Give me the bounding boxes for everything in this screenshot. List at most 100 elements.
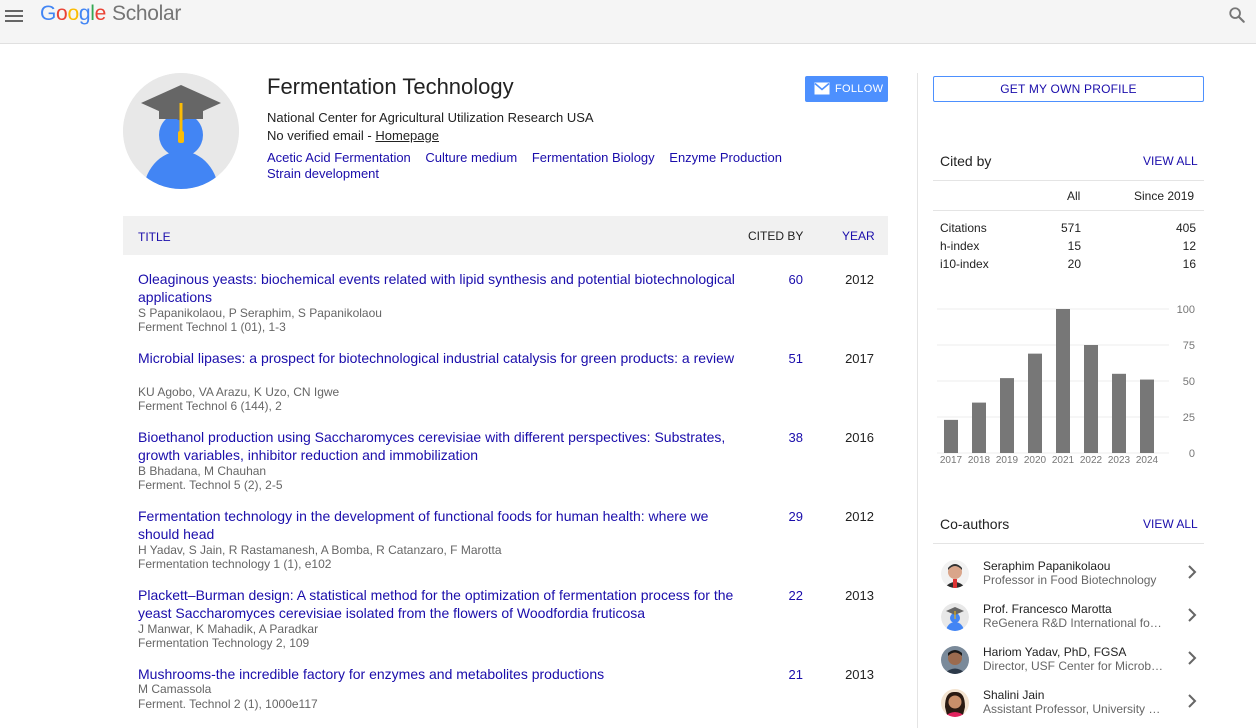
article-title[interactable]: Mushrooms-the incredible factory for enz… <box>138 665 743 683</box>
coauthor-avatar <box>941 560 969 588</box>
get-my-own-profile-button[interactable]: GET MY OWN PROFILE <box>933 76 1204 102</box>
search-icon[interactable] <box>1228 6 1246 24</box>
coauthor-item[interactable]: Prof. Francesco Marotta ReGenera R&D Int… <box>933 599 1204 642</box>
table-row: Microbial lipases: a prospect for biotec… <box>123 349 888 428</box>
article-title[interactable]: Bioethanol production using Saccharomyce… <box>138 428 743 464</box>
cited-by-count[interactable]: 22 <box>763 588 803 603</box>
article-authors: H Yadav, S Jain, R Rastamanesh, A Bomba,… <box>138 543 502 557</box>
article-title[interactable]: Microbial lipases: a prospect for biotec… <box>138 349 743 367</box>
chart-x-tick-label: 2021 <box>1052 455 1075 466</box>
coauthor-name: Seraphim Papanikolaou <box>983 559 1111 573</box>
logo-letter: g <box>78 2 91 25</box>
coauthor-item[interactable]: Seraphim Papanikolaou Professor in Food … <box>933 556 1204 599</box>
article-year: 2012 <box>845 509 874 524</box>
article-venue: Ferment. Technol 2 (1), 1000e117 <box>138 697 318 711</box>
table-row: Mushrooms-the incredible factory for enz… <box>123 665 888 728</box>
article-authors: J Manwar, K Mahadik, A Paradkar <box>138 622 319 636</box>
chart-bar <box>1084 345 1098 453</box>
cited-by-header: CITED BY <box>748 229 804 243</box>
profile-affiliation: National Center for Agricultural Utiliza… <box>267 110 594 125</box>
stat-all: 15 <box>1067 239 1081 253</box>
menu-icon[interactable] <box>5 7 23 23</box>
cited-by-count[interactable]: 60 <box>763 272 803 287</box>
article-year: 2012 <box>845 272 874 287</box>
articles-table-header: TITLE CITED BY YEAR <box>123 216 888 255</box>
chart-y-tick-label: 25 <box>1183 412 1195 424</box>
article-authors: M Camassola <box>138 682 212 696</box>
chart-bar <box>1000 378 1014 453</box>
article-year: 2017 <box>845 351 874 366</box>
table-row: Bioethanol production using Saccharomyce… <box>123 428 888 507</box>
coauthor-item[interactable]: Hariom Yadav, PhD, FGSA Director, USF Ce… <box>933 642 1204 685</box>
coauthor-affiliation: Assistant Professor, University of South… <box>983 702 1165 716</box>
column-divider <box>917 73 918 728</box>
top-bar: Google Scholar <box>0 0 1256 44</box>
coauthor-avatar <box>941 646 969 674</box>
cited-by-title: Cited by <box>940 153 992 169</box>
chart-bar <box>1112 373 1126 453</box>
logo-letter: o <box>67 2 79 25</box>
article-year: 2016 <box>845 430 874 445</box>
follow-button[interactable]: FOLLOW <box>805 76 888 102</box>
table-row: Plackett–Burman design: A statistical me… <box>123 586 888 665</box>
stat-since: 16 <box>1182 257 1196 271</box>
cited-by-count[interactable]: 38 <box>763 430 803 445</box>
article-venue: Ferment. Technol 5 (2), 2-5 <box>138 478 283 492</box>
stat-label: h-index <box>940 239 980 253</box>
article-title[interactable]: Plackett–Burman design: A statistical me… <box>138 586 743 622</box>
coauthor-affiliation: Professor in Food Biotechnology <box>983 573 1157 587</box>
table-row: Oleaginous yeasts: biochemical events re… <box>123 270 888 349</box>
mail-icon <box>814 82 830 95</box>
coauthor-name: Prof. Francesco Marotta <box>983 602 1112 616</box>
coauthors-title: Co-authors <box>940 516 1010 532</box>
coauthor-name: Shalini Jain <box>983 688 1045 702</box>
chevron-right-icon <box>1188 651 1197 665</box>
chart-bar <box>944 419 958 453</box>
interest-link[interactable]: Fermentation Biology <box>532 150 655 165</box>
chevron-right-icon <box>1188 565 1197 579</box>
cited-by-count[interactable]: 51 <box>763 351 803 366</box>
graduate-avatar-icon <box>123 73 239 189</box>
view-all-coauthors-link[interactable]: VIEW ALL <box>1143 517 1198 531</box>
profile-avatar <box>123 73 239 189</box>
interest-link[interactable]: Strain development <box>267 166 379 181</box>
divider <box>933 543 1204 544</box>
article-authors: B Bhadana, M Chauhan <box>138 464 267 478</box>
cited-by-count[interactable]: 29 <box>763 509 803 524</box>
view-all-citations-link[interactable]: VIEW ALL <box>1143 154 1198 168</box>
article-year: 2013 <box>845 667 874 682</box>
interest-link[interactable]: Enzyme Production <box>669 150 782 165</box>
homepage-link[interactable]: Homepage <box>375 128 439 143</box>
col-all-header: All <box>1067 189 1081 203</box>
article-venue: Ferment Technol 6 (144), 2 <box>138 399 282 413</box>
sort-by-year[interactable]: YEAR <box>842 229 875 243</box>
divider <box>933 180 1204 181</box>
chart-x-tick-label: 2019 <box>996 455 1019 466</box>
chevron-right-icon <box>1188 694 1197 708</box>
cited-by-count[interactable]: 21 <box>763 667 803 682</box>
article-venue: Fermentation Technology 2, 109 <box>138 636 310 650</box>
chart-x-tick-label: 2022 <box>1080 455 1103 466</box>
chart-bar <box>972 402 986 453</box>
coauthor-item[interactable]: Shalini Jain Assistant Professor, Univer… <box>933 685 1204 728</box>
chart-y-tick-label: 50 <box>1183 376 1195 388</box>
interest-link[interactable]: Culture medium <box>425 150 517 165</box>
profile-name: Fermentation Technology <box>267 74 514 99</box>
article-year: 2013 <box>845 588 874 603</box>
stat-all: 20 <box>1067 257 1081 271</box>
col-since-header: Since 2019 <box>1134 189 1195 203</box>
coauthor-avatar <box>941 603 969 631</box>
google-scholar-logo[interactable]: Google Scholar <box>40 2 181 26</box>
table-row: Fermentation technology in the developme… <box>123 507 888 586</box>
interest-link[interactable]: Acetic Acid Fermentation <box>267 150 411 165</box>
chevron-right-icon <box>1188 608 1197 622</box>
coauthor-affiliation: Director, USF Center for Microbiome Rese… <box>983 659 1165 673</box>
chart-x-tick-label: 2024 <box>1136 455 1159 466</box>
article-authors: KU Agobo, VA Arazu, K Uzo, CN Igwe <box>138 385 340 399</box>
chart-bar <box>1056 309 1070 453</box>
divider <box>933 210 1204 211</box>
article-title[interactable]: Oleaginous yeasts: biochemical events re… <box>138 270 743 306</box>
article-title[interactable]: Fermentation technology in the developme… <box>138 507 743 543</box>
article-authors: S Papanikolaou, P Seraphim, S Papanikola… <box>138 306 382 320</box>
sort-by-title[interactable]: TITLE <box>138 230 171 244</box>
